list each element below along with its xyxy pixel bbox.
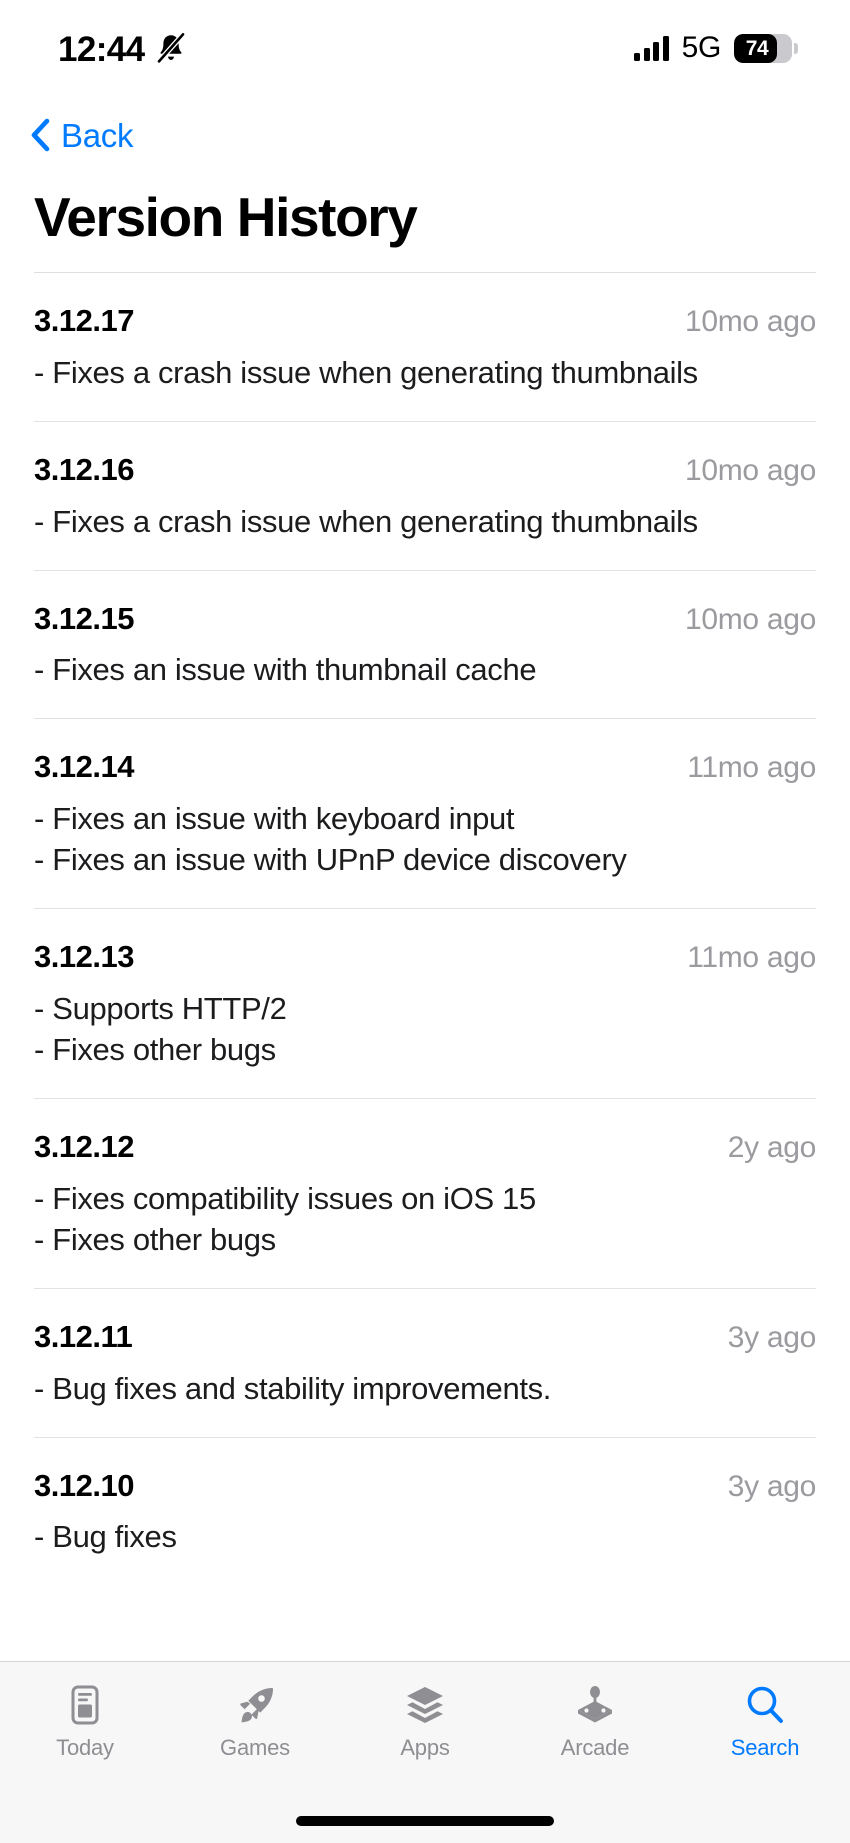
- version-release-notes: - Fixes an issue with thumbnail cache: [34, 652, 537, 688]
- version-row-header: 3.12.12 2y ago: [34, 1129, 816, 1166]
- version-history-list: 3.12.17 10mo ago - Fixes a crash issue whe…: [0, 272, 850, 1661]
- version-date: 10mo ago: [684, 602, 816, 636]
- tab-label: Apps: [400, 1735, 450, 1760]
- home-indicator[interactable]: [296, 1816, 554, 1826]
- status-bar-left: 12:44: [58, 29, 186, 67]
- status-bar-clock: 12:44: [58, 30, 145, 69]
- version-release-notes: - Fixes an issue with keyboard input - F…: [34, 800, 627, 878]
- version-row: 3.12.16 10mo ago - Fixes a crash issue whe…: [34, 421, 816, 570]
- version-release-notes: - Bug fixes and stability improvements.: [34, 1370, 552, 1406]
- version-row: 3.12.11 3y ago - Bug fixes and stability i…: [34, 1288, 816, 1437]
- version-row: 3.12.12 2y ago - Fixes compatibility issue…: [34, 1098, 816, 1288]
- version-number: 3.12.12: [34, 1129, 134, 1165]
- home-indicator-area: [0, 1799, 850, 1843]
- version-number: 3.12.13: [34, 939, 134, 975]
- version-row-header: 3.12.13 11mo ago: [34, 939, 816, 976]
- version-date: 10mo ago: [684, 454, 816, 488]
- version-row-header: 3.12.11 3y ago: [34, 1319, 816, 1356]
- tab-label: Today: [56, 1735, 114, 1760]
- version-row: 3.12.15 10mo ago - Fixes an issue with thu…: [34, 569, 816, 719]
- back-button[interactable]: Back: [24, 114, 139, 156]
- rocket-icon: [232, 1682, 278, 1728]
- tab-games[interactable]: Games: [170, 1682, 340, 1759]
- version-row-header: 3.12.17 10mo ago: [34, 303, 816, 340]
- version-row-header: 3.12.16 10mo ago: [34, 452, 816, 489]
- tab-label: Search: [730, 1735, 800, 1760]
- stacked-layers-icon: [402, 1682, 448, 1728]
- tab-apps[interactable]: Apps: [340, 1682, 510, 1759]
- version-release-notes: - Fixes a crash issue when generating th…: [34, 503, 698, 539]
- tab-arcade[interactable]: Arcade: [510, 1682, 680, 1759]
- version-row: 3.12.13 11mo ago - Supports HTTP/2 - Fixes…: [34, 908, 816, 1098]
- app-store-version-history-screen: 12:44 5G 74 Back Version History 3.12.17…: [0, 0, 850, 1843]
- joystick-icon: [572, 1682, 618, 1728]
- page-title: Version History: [34, 186, 418, 248]
- version-number: 3.12.10: [34, 1467, 134, 1503]
- battery-percent-label: 74: [745, 36, 769, 60]
- bell-slash-icon: [155, 31, 186, 64]
- tab-today[interactable]: Today: [0, 1682, 170, 1759]
- cellular-bars-icon: [634, 35, 669, 61]
- status-bar: 12:44 5G 74: [0, 0, 850, 96]
- battery-indicator: 74: [734, 33, 798, 63]
- version-release-notes: - Bug fixes: [34, 1519, 177, 1555]
- version-number: 3.12.15: [34, 600, 134, 636]
- version-number: 3.12.16: [34, 452, 134, 488]
- network-type-label: 5G: [681, 31, 722, 64]
- magnifier-icon: [742, 1682, 788, 1728]
- status-bar-right: 5G 74: [634, 33, 798, 63]
- navigation-bar: Back: [0, 96, 850, 164]
- tab-label: Games: [220, 1735, 290, 1760]
- version-date: 11mo ago: [687, 941, 816, 975]
- tab-search[interactable]: Search: [680, 1682, 850, 1759]
- version-date: 3y ago: [727, 1469, 817, 1503]
- version-row-header: 3.12.14 11mo ago: [34, 749, 816, 786]
- version-number: 3.12.17: [34, 303, 134, 339]
- version-row-header: 3.12.15 10mo ago: [34, 601, 816, 638]
- version-date: 10mo ago: [684, 305, 816, 339]
- version-row: 3.12.10 3y ago - Bug fixes: [34, 1436, 816, 1586]
- version-number: 3.12.11: [34, 1319, 133, 1355]
- version-row-header: 3.12.10 3y ago: [34, 1468, 816, 1505]
- version-date: 2y ago: [727, 1131, 817, 1165]
- version-release-notes: - Fixes a crash issue when generating th…: [34, 354, 698, 390]
- version-row: 3.12.17 10mo ago - Fixes a crash issue whe…: [34, 272, 816, 421]
- tab-label: Arcade: [560, 1735, 630, 1760]
- version-release-notes: - Fixes compatibility issues on iOS 15 -…: [34, 1180, 536, 1258]
- battery-cap: [794, 42, 798, 54]
- version-number: 3.12.14: [34, 749, 134, 785]
- chevron-left-icon: [30, 118, 50, 152]
- version-release-notes: - Supports HTTP/2 - Fixes other bugs: [34, 990, 287, 1068]
- version-date: 11mo ago: [687, 751, 816, 785]
- version-date: 3y ago: [727, 1321, 817, 1355]
- back-button-label: Back: [61, 116, 134, 154]
- version-row: 3.12.14 11mo ago - Fixes an issue with key…: [34, 718, 816, 908]
- today-card-icon: [62, 1682, 108, 1728]
- battery-icon: 74: [734, 33, 792, 63]
